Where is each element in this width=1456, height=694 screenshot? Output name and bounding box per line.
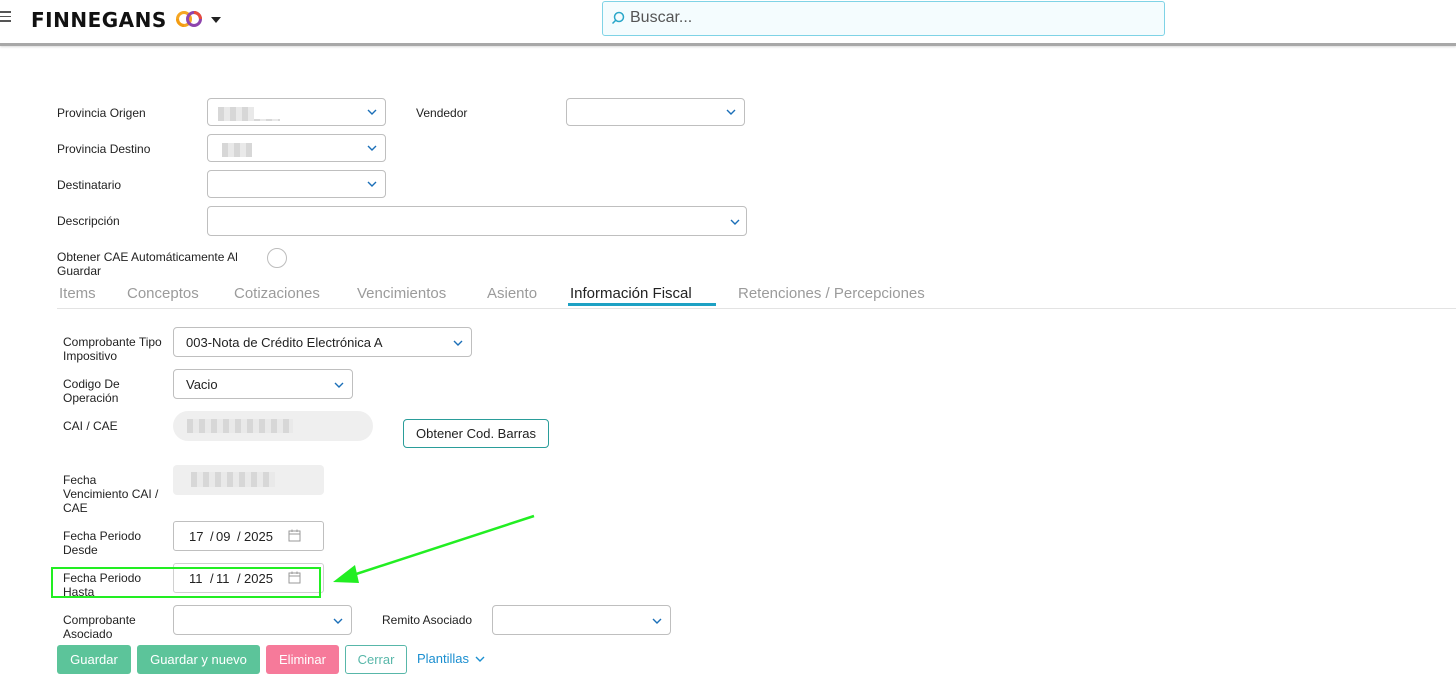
tab-informacion-fiscal[interactable]: Información Fiscal [570, 285, 692, 302]
descripcion-select[interactable] [207, 206, 747, 236]
provincia-destino-label: Provincia Destino [57, 142, 151, 156]
cae-auto-label-line: Obtener CAE Automáticamente Al [57, 250, 238, 264]
cae-auto-label-line: Guardar [57, 264, 102, 278]
cae-auto-toggle[interactable] [267, 248, 287, 268]
fecha-desde-label: Fecha Periodo Desde [63, 529, 141, 557]
chevron-down-icon [333, 618, 343, 624]
vendedor-label: Vendedor [416, 106, 468, 120]
comprobante-tipo-select[interactable]: 003-Nota de Crédito Electrónica A [173, 327, 472, 357]
fecha-vencimiento-label: Fecha Vencimiento CAI / CAE [63, 473, 158, 515]
tab-items[interactable]: Items [59, 285, 96, 302]
comprobante-tipo-value: 003-Nota de Crédito Electrónica A [186, 335, 383, 350]
redacted-value [254, 119, 280, 121]
cai-cae-label: CAI / CAE [63, 419, 118, 433]
vendedor-select[interactable] [566, 98, 745, 126]
plantillas-dropdown[interactable]: Plantillas [417, 651, 485, 666]
comprobante-asociado-label: Comprobante Asociado [63, 613, 136, 641]
chevron-down-icon [475, 656, 485, 662]
tab-bar: Items Conceptos Cotizaciones Vencimiento… [57, 283, 1456, 309]
chevron-down-icon [730, 219, 740, 225]
chevron-down-icon [367, 145, 377, 151]
destinatario-label: Destinatario [57, 178, 122, 192]
menu-icon[interactable] [0, 11, 11, 23]
chevron-down-icon [367, 181, 377, 187]
redacted-value [187, 419, 293, 433]
search-box[interactable] [602, 1, 1165, 36]
redacted-value [222, 143, 252, 157]
fecha-desde-input[interactable]: 17 / 09 / 2025 [173, 521, 324, 551]
codigo-operacion-value: Vacio [186, 377, 218, 392]
chevron-down-icon [367, 109, 377, 115]
chevron-down-icon [453, 340, 463, 346]
codigo-operacion-label: Codigo De Operación [63, 377, 120, 405]
chevron-down-icon [726, 109, 736, 115]
eliminar-button[interactable]: Eliminar [266, 645, 339, 674]
guardar-button[interactable]: Guardar [57, 645, 131, 674]
redacted-value [218, 107, 254, 121]
label-line: Desde [63, 543, 98, 557]
chevron-down-icon [652, 618, 662, 624]
comprobante-asociado-select[interactable] [173, 605, 352, 635]
date-separator: / [210, 529, 214, 544]
provincia-origen-select[interactable] [207, 98, 386, 126]
brand-logo[interactable]: FINNEGANS [31, 8, 167, 32]
descripcion-label: Descripción [57, 214, 120, 228]
tab-conceptos[interactable]: Conceptos [127, 285, 199, 302]
highlight-box [51, 567, 321, 598]
comprobante-tipo-label: Comprobante Tipo Impositivo [63, 335, 162, 363]
active-tab-indicator [568, 303, 716, 306]
plantillas-label: Plantillas [417, 651, 470, 666]
date-day[interactable]: 17 [189, 529, 203, 544]
provincia-origen-label: Provincia Origen [57, 106, 146, 120]
tab-asiento[interactable]: Asiento [487, 285, 537, 302]
tab-cotizaciones[interactable]: Cotizaciones [234, 285, 320, 302]
top-bar: FINNEGANS [0, 0, 1456, 46]
label-line: Operación [63, 391, 119, 405]
cae-auto-label: Obtener CAE Automáticamente Al Guardar [57, 250, 238, 278]
search-input[interactable] [630, 5, 1150, 31]
label-line: Comprobante [63, 613, 136, 627]
codigo-operacion-select[interactable]: Vacio [173, 369, 353, 399]
remito-asociado-label: Remito Asociado [382, 613, 473, 627]
date-year[interactable]: 2025 [244, 529, 273, 544]
tab-vencimientos[interactable]: Vencimientos [357, 285, 446, 302]
annotation-arrow [333, 514, 535, 583]
redacted-value [191, 472, 275, 487]
search-icon [611, 11, 625, 25]
cai-cae-field [173, 411, 373, 441]
cerrar-button[interactable]: Cerrar [345, 645, 407, 674]
date-separator: / [237, 529, 241, 544]
label-line: Fecha Periodo [63, 529, 142, 543]
brand-mark-icon [176, 11, 202, 27]
destinatario-select[interactable] [207, 170, 386, 198]
label-line: Fecha [63, 473, 97, 487]
label-line: Comprobante Tipo [63, 335, 162, 349]
label-line: Impositivo [63, 349, 118, 363]
label-line: Vencimiento CAI / [63, 487, 159, 501]
brand-dropdown-icon[interactable] [211, 17, 221, 23]
label-line: CAE [63, 501, 88, 515]
guardar-y-nuevo-button[interactable]: Guardar y nuevo [137, 645, 260, 674]
date-month[interactable]: 09 [216, 529, 230, 544]
calendar-icon[interactable] [288, 529, 301, 542]
remito-asociado-select[interactable] [492, 605, 671, 635]
fecha-vencimiento-field [173, 465, 324, 495]
obtener-cod-barras-button[interactable]: Obtener Cod. Barras [403, 419, 549, 448]
label-line: Codigo De [63, 377, 120, 391]
tab-retenciones-percepciones[interactable]: Retenciones / Percepciones [738, 285, 925, 302]
provincia-destino-select[interactable] [207, 134, 386, 162]
chevron-down-icon [334, 382, 344, 388]
label-line: Asociado [63, 627, 113, 641]
